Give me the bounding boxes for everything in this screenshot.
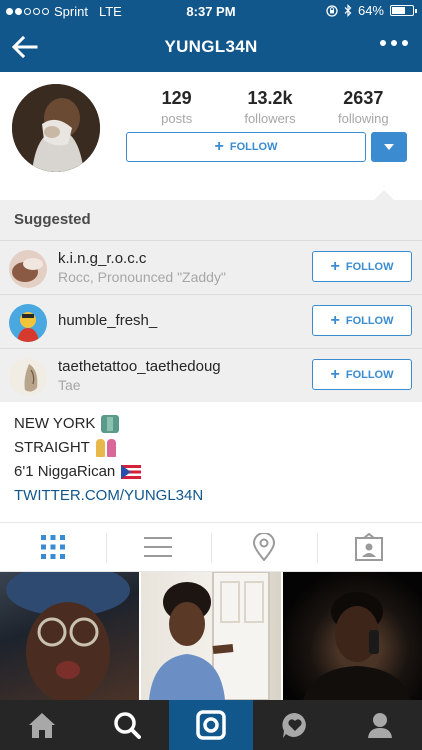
photo-thumbnail[interactable] bbox=[282, 572, 422, 700]
suggested-avatar-photo bbox=[9, 304, 47, 342]
suggested-panel: Suggested k.i.n.g_r.o.c.c Rocc, Pronounc… bbox=[0, 190, 422, 402]
location-pin-icon bbox=[252, 533, 275, 561]
tab-search[interactable] bbox=[84, 700, 168, 750]
suggested-follow-label: FOLLOW bbox=[345, 260, 394, 273]
suggested-follow-button[interactable]: + FOLLOW bbox=[312, 359, 412, 390]
photo-image bbox=[6, 572, 130, 700]
plus-icon: + bbox=[330, 257, 340, 275]
plus-icon: + bbox=[214, 138, 224, 155]
suggested-subtitle: Tae bbox=[58, 377, 81, 393]
photo-image bbox=[149, 572, 271, 700]
avatar-photo bbox=[12, 84, 100, 172]
profile-avatar[interactable] bbox=[12, 84, 100, 172]
puerto-rico-flag-icon bbox=[121, 465, 142, 479]
bio-line: 6'1 NiggaRican bbox=[14, 460, 414, 484]
suggested-avatar[interactable] bbox=[9, 358, 47, 396]
suggested-title: Suggested bbox=[14, 211, 91, 228]
bio-text: 6'1 NiggaRican bbox=[14, 463, 116, 480]
bluetooth-icon bbox=[344, 4, 352, 17]
followers-label: followers bbox=[244, 111, 296, 126]
suggested-avatar-photo bbox=[9, 358, 47, 396]
tab-profile[interactable] bbox=[338, 700, 422, 750]
battery-percent: 64% bbox=[357, 3, 384, 18]
top-bar: Sprint LTE 8:37 PM 64% YUNGL34N bbox=[0, 0, 422, 72]
tab-activity[interactable] bbox=[253, 700, 337, 750]
posts-label: posts bbox=[161, 111, 193, 126]
suggested-username[interactable]: k.i.n.g_r.o.c.c bbox=[58, 250, 146, 267]
profile-header: 129 posts 13.2k followers 2637 following… bbox=[0, 72, 422, 200]
tab-grid[interactable] bbox=[0, 523, 106, 571]
suggested-follow-label: FOLLOW bbox=[345, 314, 394, 327]
follow-button-label: FOLLOW bbox=[229, 141, 278, 153]
suggested-item[interactable]: humble_fresh_ + FOLLOW bbox=[0, 294, 422, 348]
tagged-photos-icon bbox=[355, 533, 384, 561]
suggested-follow-button[interactable]: + FOLLOW bbox=[312, 251, 412, 282]
photo-grid bbox=[0, 572, 422, 700]
rotation-lock-icon bbox=[326, 4, 338, 17]
suggested-avatar-photo bbox=[9, 250, 47, 288]
tab-home[interactable] bbox=[0, 700, 84, 750]
couple-emoji-icon bbox=[95, 439, 116, 457]
search-icon bbox=[113, 712, 141, 739]
tab-list[interactable] bbox=[105, 523, 212, 571]
suggested-toggle-button[interactable] bbox=[371, 132, 407, 162]
photo-image bbox=[302, 592, 411, 700]
status-bar: Sprint LTE 8:37 PM 64% bbox=[0, 0, 422, 22]
suggested-username[interactable]: taethetattoo_taethedoug bbox=[58, 358, 221, 375]
following-label: following bbox=[338, 111, 389, 126]
bio-link[interactable]: TWITTER.COM/YUNGL34N bbox=[14, 484, 414, 508]
more-dots-icon bbox=[380, 40, 386, 46]
profile-icon bbox=[367, 713, 392, 738]
nav-bar: YUNGL34N bbox=[0, 22, 422, 72]
more-options-button[interactable] bbox=[380, 40, 408, 46]
following-count: 2637 bbox=[343, 88, 384, 108]
suggested-avatar[interactable] bbox=[9, 304, 47, 342]
suggested-username[interactable]: humble_fresh_ bbox=[58, 312, 157, 329]
bio-line: NEW YORK bbox=[14, 412, 414, 436]
photo-thumbnail[interactable] bbox=[0, 572, 140, 700]
home-icon bbox=[29, 713, 56, 738]
plus-icon: + bbox=[330, 311, 340, 329]
battery-icon bbox=[390, 5, 417, 16]
stat-posts[interactable]: 129 posts bbox=[130, 88, 223, 126]
suggested-follow-label: FOLLOW bbox=[345, 368, 394, 381]
bio-line: STRAIGHT bbox=[14, 436, 414, 460]
suggested-subtitle: Rocc, Pronounced "Zaddy" bbox=[58, 269, 226, 285]
bio-text: STRAIGHT bbox=[14, 439, 90, 456]
profile-bio: NEW YORK STRAIGHT 6'1 NiggaRican TWITTER… bbox=[14, 412, 414, 508]
list-icon bbox=[144, 537, 173, 557]
tab-location[interactable] bbox=[211, 523, 317, 571]
tab-camera[interactable] bbox=[168, 700, 254, 750]
stat-followers[interactable]: 13.2k followers bbox=[223, 88, 316, 126]
page-title: YUNGL34N bbox=[164, 37, 258, 56]
bio-text: NEW YORK bbox=[14, 415, 96, 432]
suggested-follow-button[interactable]: + FOLLOW bbox=[312, 305, 412, 336]
photo-thumbnail[interactable] bbox=[141, 572, 281, 700]
suggested-item[interactable]: taethetattoo_taethedoug Tae + FOLLOW bbox=[0, 348, 422, 402]
posts-count: 129 bbox=[161, 88, 192, 108]
follow-button[interactable]: + FOLLOW bbox=[126, 132, 366, 162]
stat-following[interactable]: 2637 following bbox=[317, 88, 410, 126]
tab-tagged[interactable] bbox=[316, 523, 422, 571]
panel-caret bbox=[374, 190, 394, 200]
suggested-avatar[interactable] bbox=[9, 250, 47, 288]
followers-count: 13.2k bbox=[247, 88, 293, 108]
status-right: 64% bbox=[326, 3, 417, 18]
chevron-down-icon bbox=[384, 144, 394, 150]
camera-icon bbox=[196, 710, 226, 740]
battery-fill bbox=[392, 7, 405, 14]
plus-icon: + bbox=[330, 365, 340, 383]
profile-view-tabs bbox=[0, 522, 422, 572]
activity-heart-icon bbox=[282, 712, 307, 738]
suggested-item[interactable]: k.i.n.g_r.o.c.c Rocc, Pronounced "Zaddy"… bbox=[0, 240, 422, 294]
profile-stats: 129 posts 13.2k followers 2637 following bbox=[130, 88, 410, 126]
statue-of-liberty-emoji-icon bbox=[101, 415, 120, 433]
grid-icon bbox=[40, 535, 65, 559]
bottom-tab-bar bbox=[0, 700, 422, 750]
